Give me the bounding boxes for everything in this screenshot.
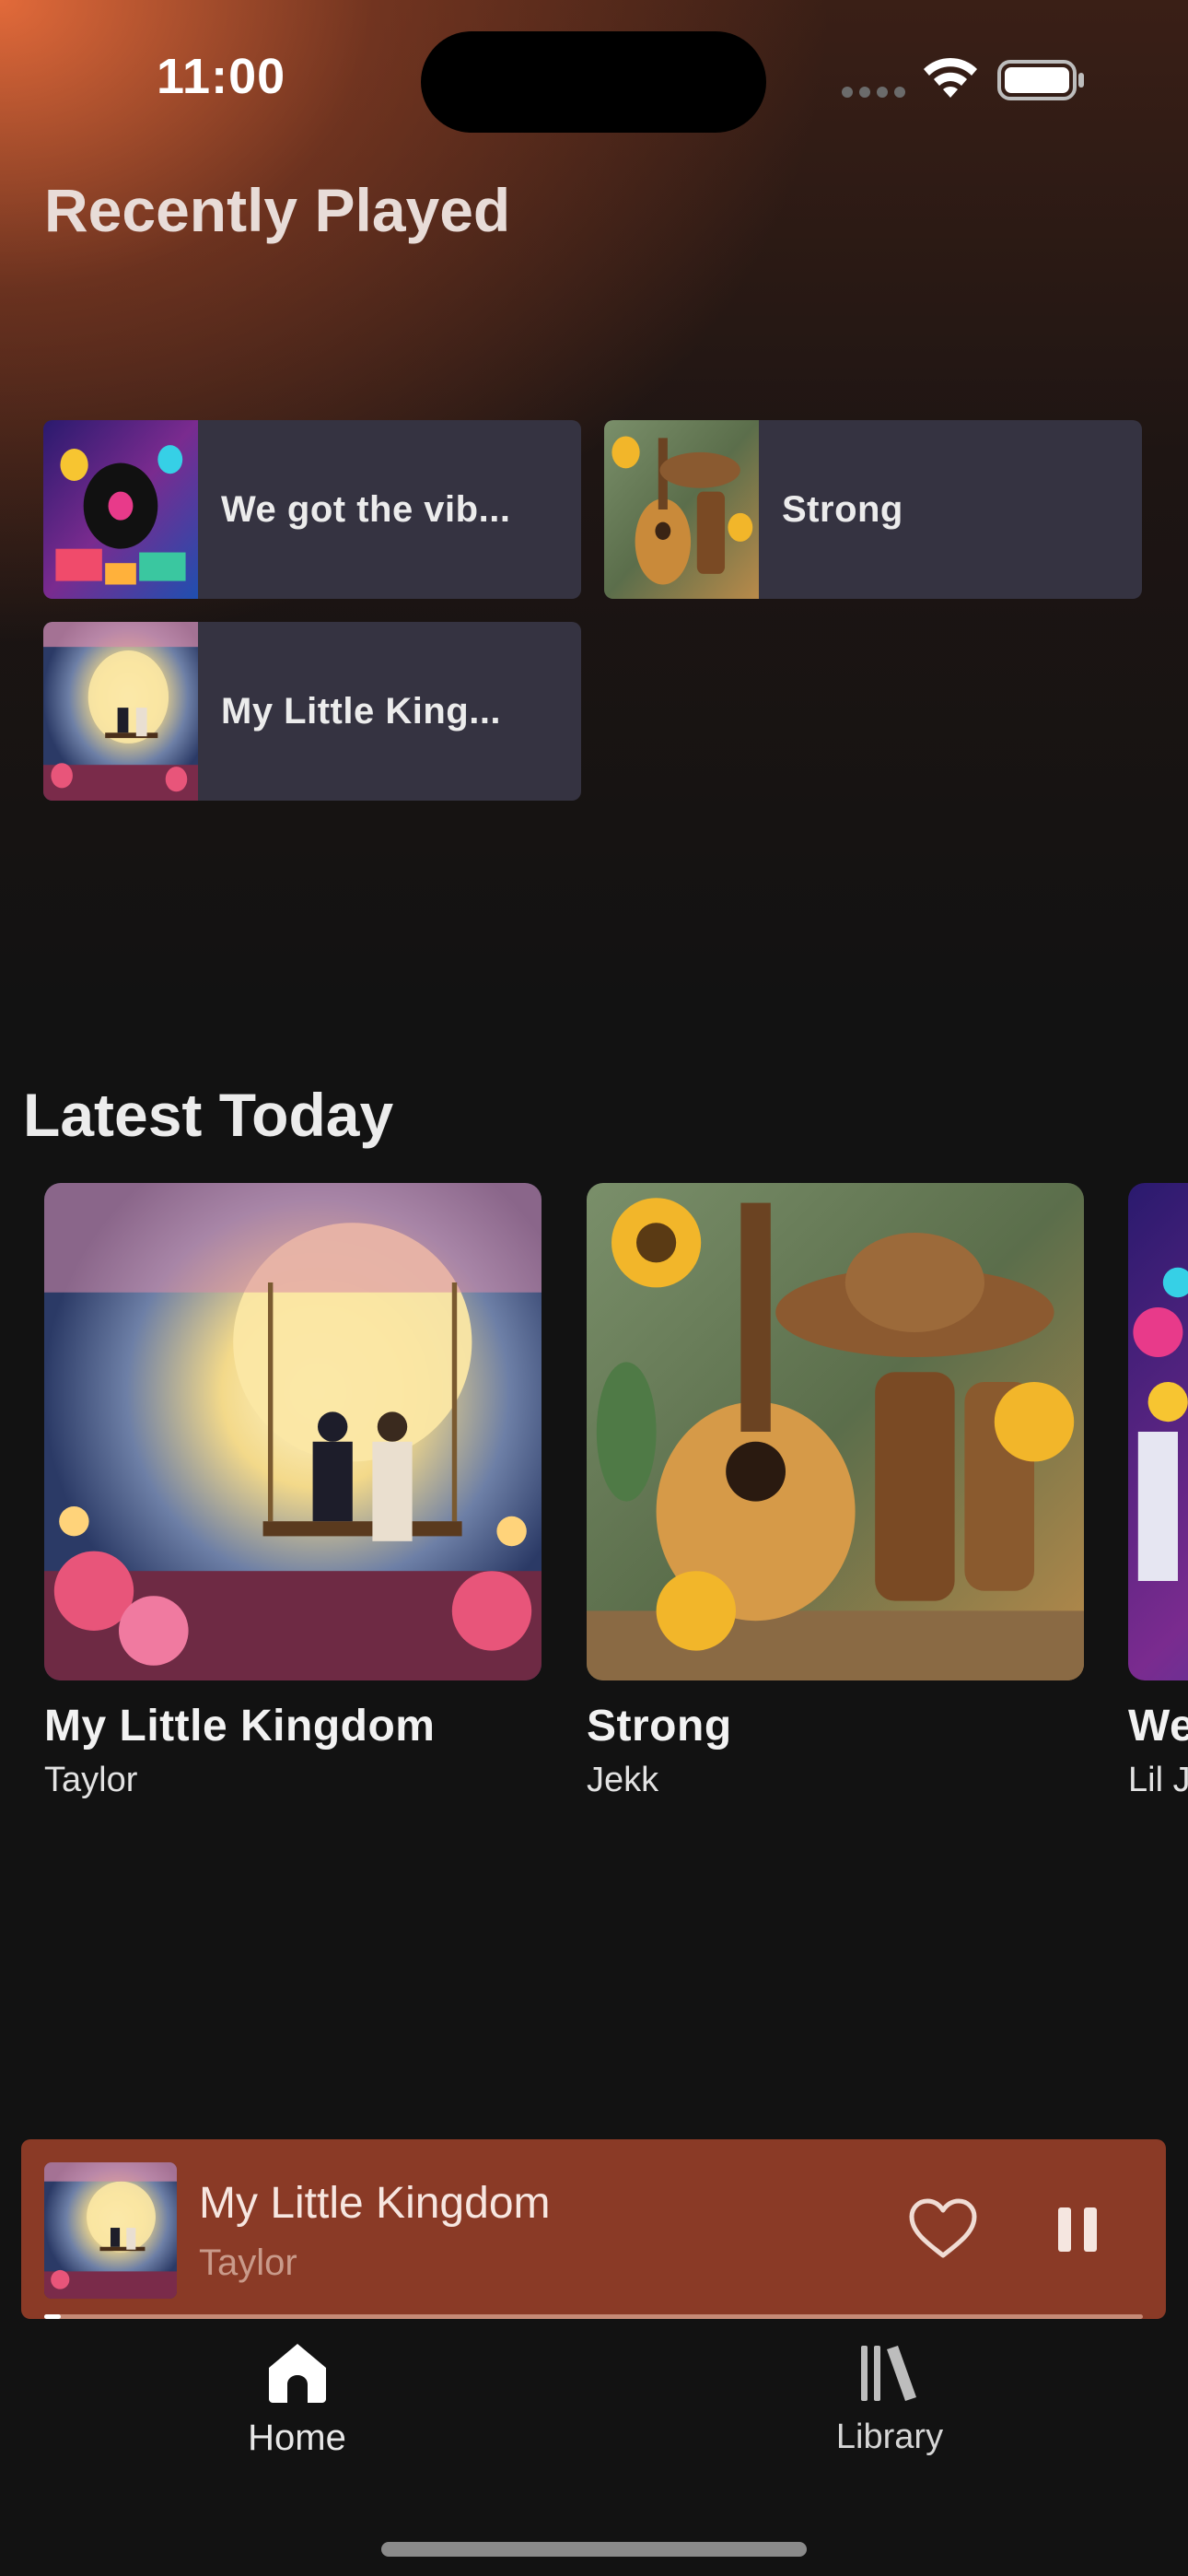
mini-player-artist: Taylor [199,2242,297,2283]
home-indicator [381,2542,807,2557]
album-art-country-guitar [604,420,759,599]
latest-item-artist: Jekk [587,1761,659,1799]
nav-tab-library[interactable]: Library [816,2340,963,2457]
album-art-country-guitar [587,1183,1084,1680]
wifi-icon [924,57,977,98]
nav-label-home: Home [248,2418,346,2458]
playback-progress-fill [44,2314,61,2319]
latest-item-artist: Lil J [1128,1761,1188,1799]
latest-item-strong[interactable]: Strong Jekk [587,1183,1084,1800]
latest-item-artist: Taylor [44,1761,138,1799]
latest-today-title: Latest Today [23,1081,394,1149]
playback-progress-bar[interactable] [44,2314,1143,2319]
status-bar: 11:00 [0,0,1188,157]
album-art-music-collage [43,420,198,599]
recent-item-label: Strong [782,488,903,530]
album-art-moon-swing [44,1183,542,1680]
recently-played-title: Recently Played [44,176,511,244]
battery-icon [997,60,1084,100]
latest-item-my-little-kingdom[interactable]: My Little Kingdom Taylor [44,1183,542,1800]
latest-item-title: We [1128,1702,1188,1751]
latest-item-title: My Little Kingdom [44,1702,436,1751]
recent-item-label: We got the vib... [221,488,511,530]
latest-item-we-got-the-vibe[interactable]: We Lil J [1128,1183,1188,1800]
heart-icon[interactable] [907,2196,979,2261]
recent-item-strong[interactable]: Strong [604,420,1142,599]
nav-tab-home[interactable]: Home [230,2340,364,2459]
recent-item-my-little-kingdom[interactable]: My Little King... [43,622,581,801]
nav-label-library: Library [835,2418,944,2456]
mini-player-title: My Little Kingdom [199,2179,551,2228]
latest-item-title: Strong [587,1702,732,1751]
cellular-signal-icon [842,87,906,100]
recent-item-we-got-the-vibe[interactable]: We got the vib... [43,420,581,599]
recent-item-label: My Little King... [221,690,502,732]
home-icon [268,2344,326,2403]
album-art-music-collage [1128,1183,1188,1680]
mini-player[interactable]: My Little Kingdom Taylor [21,2139,1166,2319]
dynamic-island [421,31,766,133]
pause-icon[interactable] [1056,2206,1099,2254]
library-icon [861,2346,916,2401]
mini-player-album-art [44,2162,177,2299]
album-art-moon-swing [43,622,198,801]
status-time: 11:00 [157,49,286,104]
